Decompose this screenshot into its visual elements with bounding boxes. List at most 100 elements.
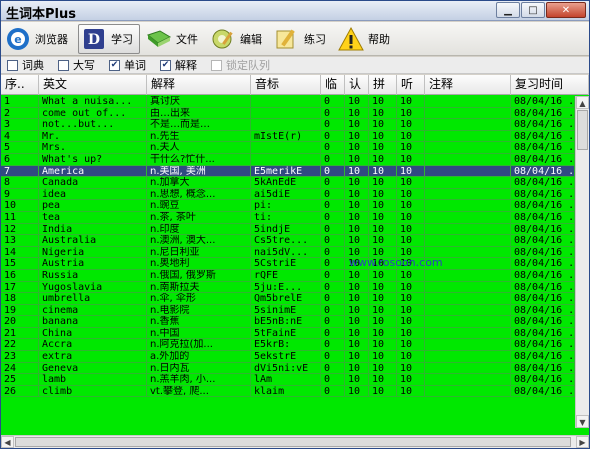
table-row[interactable]: 15 Austria n.奥地利 5CstriE 0 10 10 10 08/04/16 . (1, 258, 575, 270)
uppercase-checkbox[interactable]: 大写 (58, 57, 95, 73)
table-cell: 08/04/16 . (511, 188, 575, 200)
table-cell: 10 (345, 374, 369, 386)
table-cell (251, 107, 321, 119)
table-cell: 0 (321, 188, 345, 200)
table-cell: n.夫人 (147, 142, 251, 154)
table-cell (251, 96, 321, 107)
table-row[interactable]: 22 Accra n.阿克拉(加... E5krB: 0 10 10 10 08/04/16 . (1, 339, 575, 352)
table-cell: 10 (369, 165, 397, 177)
explanation-checkbox[interactable]: ✔ 解释 (160, 57, 197, 73)
table-row[interactable]: 6 What's up? 干什么?忙什... 0 10 10 10 08/04/16 . (1, 153, 575, 166)
table-row[interactable]: 8 Canada n.加拿大 5kAnEdE 0 10 10 10 08/04/16 . (1, 177, 575, 189)
table-cell: Mr. (39, 130, 147, 142)
table-row[interactable]: 21 China n.中国 5tFainE 0 10 10 10 08/04/16 . (1, 327, 575, 340)
word-checkbox[interactable]: ✔ 单词 (109, 57, 146, 73)
table-cell (425, 188, 511, 200)
table-row[interactable]: 11 tea n.茶, 茶叶 ti: 0 10 10 10 08/04/16 . (1, 211, 575, 224)
table-row[interactable]: 19 cinema n.电影院 5sinimE 0 10 10 10 08/04/16 . (1, 304, 575, 317)
scroll-down-icon[interactable]: ▼ (576, 415, 589, 428)
table-cell: 10 (345, 316, 369, 328)
table-cell: 08/04/16 . (511, 246, 575, 258)
table-cell: 10 (397, 107, 425, 119)
table-cell: 干什么?忙什... (147, 153, 251, 165)
scroll-left-icon[interactable]: ◀ (1, 436, 14, 448)
table-cell (425, 153, 511, 165)
edit-button[interactable]: 编辑 (208, 24, 268, 54)
table-cell: 10 (369, 188, 397, 200)
column-header-note[interactable]: 注释 (425, 75, 511, 95)
scroll-right-icon[interactable]: ▶ (576, 436, 589, 448)
close-button[interactable]: ✕ (546, 2, 586, 18)
table-row[interactable]: 25 lamb n.羔羊肉, 小... lAm 0 10 10 10 08/04/16 . (1, 374, 575, 386)
table-cell: 08/04/16 . (511, 304, 575, 316)
table-row[interactable]: 9 idea n.思想, 概念... ai5diE 0 10 10 10 08/04/16 . (1, 188, 575, 201)
table-cell: 0 (321, 246, 345, 258)
table-cell: 10 (369, 142, 397, 154)
table-row[interactable]: 2 come out of... 由…出来 0 10 10 10 08/04/16 . (1, 107, 575, 120)
column-header-english[interactable]: 英文 (39, 75, 147, 95)
table-row[interactable]: 12 India n.印度 5indjE 0 10 10 10 08/04/16 . (1, 223, 575, 236)
table-cell: banana (39, 316, 147, 328)
table-cell: 5CstriE (251, 258, 321, 270)
table-row[interactable]: 20 banana n.香蕉 bE5nB:nE 0 10 10 10 08/04/16 . (1, 316, 575, 328)
help-label: 帮助 (368, 32, 390, 46)
table-row[interactable]: 14 Nigeria n.尼日利亚 nai5dV... 0 10 10 10 08/04/16 … (1, 246, 575, 259)
table-cell: 10 (397, 316, 425, 328)
column-header-phonetic[interactable]: 音标 (251, 75, 321, 95)
table-row[interactable]: 7 America n.美国, 美洲 E5merikE 0 10 10 10 08/04/16 … (1, 165, 575, 178)
dictionary-checkbox[interactable]: 词典 (7, 57, 44, 73)
column-header-lin[interactable]: 临 (321, 75, 345, 95)
browser-button[interactable]: e 浏览器 (3, 24, 74, 54)
column-header-ting[interactable]: 听 (397, 75, 425, 95)
minimize-button[interactable]: ▁ (496, 2, 520, 18)
table-cell: 10 (397, 165, 425, 177)
table-cell: 0 (321, 293, 345, 305)
table-cell: 0 (321, 119, 345, 131)
file-button[interactable]: 文件 (144, 24, 204, 54)
column-header-review-time[interactable]: 复习时间 (511, 75, 589, 95)
table-cell: 5tFainE (251, 327, 321, 339)
title-bar[interactable]: 生词本Plus ▁ □ ✕ (1, 1, 589, 22)
table-cell: 10 (397, 374, 425, 386)
scroll-up-icon[interactable]: ▲ (576, 96, 589, 109)
table-row[interactable]: 17 Yugoslavia n.南斯拉夫 5ju:E... 0 10 10 10 08/04/1… (1, 281, 575, 294)
scroll-thumb[interactable] (15, 437, 571, 447)
table-cell: 0 (321, 107, 345, 119)
main-toolbar: e 浏览器 D 学习 文件 编辑 练习 帮助 (1, 22, 589, 56)
table-cell: Canada (39, 177, 147, 189)
column-header-explanation[interactable]: 解释 (147, 75, 251, 95)
table-row[interactable]: 1 What a nuisa... 真讨厌 0 10 10 10 08/04/16 . (1, 96, 575, 108)
table-cell: 0 (321, 269, 345, 281)
table-row[interactable]: 24 Geneva n.日内瓦 dVi5ni:vE 0 10 10 10 08/04/16 . (1, 362, 575, 375)
browser-label: 浏览器 (35, 32, 68, 46)
table-cell: rQFE (251, 269, 321, 281)
table-cell: 0 (321, 211, 345, 223)
table-cell (425, 327, 511, 339)
maximize-button[interactable]: □ (521, 2, 545, 18)
table-cell: 由…出来 (147, 107, 251, 119)
horizontal-scrollbar[interactable]: ◀ ▶ (1, 435, 589, 448)
table-cell: n.美国, 美洲 (147, 165, 251, 177)
scroll-thumb[interactable] (577, 110, 588, 150)
table-cell: pi: (251, 200, 321, 212)
table-row[interactable]: 23 extra a.外加的 5ekstrE 0 10 10 10 08/04/16 . (1, 351, 575, 363)
study-button[interactable]: D 学习 (78, 23, 140, 54)
table-cell: cinema (39, 304, 147, 316)
table-row[interactable]: 13 Australia n.澳洲, 澳大... Cs5tre... 0 10 10 10 08… (1, 235, 575, 247)
practice-button[interactable]: 练习 (272, 24, 332, 54)
table-row[interactable]: 26 climb vt.攀登, 爬... klaim 0 10 10 10 08/04/16 . (1, 385, 575, 398)
table-cell: n.电影院 (147, 304, 251, 316)
table-row[interactable]: 5 Mrs. n.夫人 0 10 10 10 08/04/16 . (1, 142, 575, 154)
table-row[interactable]: 3 not...but... 不是…而是… 0 10 10 10 08/04/16 . (1, 119, 575, 131)
column-header-ren[interactable]: 认 (345, 75, 369, 95)
column-header-pin[interactable]: 拼 (369, 75, 397, 95)
table-row[interactable]: 18 umbrella n.伞, 伞形 Qm5brelE 0 10 10 10 08/04/16… (1, 293, 575, 305)
table-cell: 10 (369, 385, 397, 397)
vertical-scrollbar[interactable]: ▲ ▼ (575, 96, 589, 428)
help-button[interactable]: 帮助 (336, 24, 396, 54)
table-row[interactable]: 4 Mr. n.先生 mIstE(r) 0 10 10 10 08/04/16 . (1, 130, 575, 143)
table-row[interactable]: 16 Russia n.俄国, 俄罗斯 rQFE 0 10 10 10 08/04/16 . (1, 269, 575, 282)
column-header-index[interactable]: 序.. (1, 75, 39, 95)
table-row[interactable]: 10 pea n.豌豆 pi: 0 10 10 10 08/04/16 . (1, 200, 575, 212)
table-cell: 14 (1, 246, 39, 258)
